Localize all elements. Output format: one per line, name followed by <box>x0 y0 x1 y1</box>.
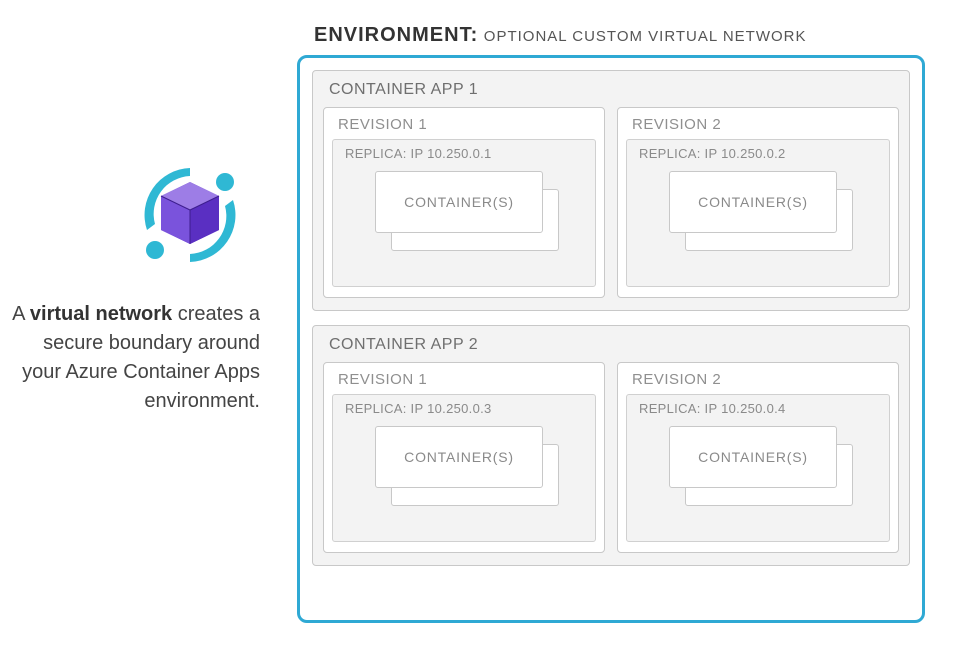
environment-label: ENVIRONMENT: <box>314 24 478 46</box>
virtual-network-icon <box>135 160 245 270</box>
containers-stack: CONTAINER(S) <box>663 169 853 255</box>
desc-bold: virtual network <box>30 303 172 325</box>
description-text: A virtual network creates a secure bound… <box>10 300 260 416</box>
replica-title: REPLICA: IP 10.250.0.2 <box>639 146 881 161</box>
containers-card-front: CONTAINER(S) <box>669 426 837 488</box>
container-app-title: CONTAINER APP 1 <box>329 81 899 99</box>
replica-title: REPLICA: IP 10.250.0.3 <box>345 401 587 416</box>
replica-title: REPLICA: IP 10.250.0.1 <box>345 146 587 161</box>
container-app-box: CONTAINER APP 2 REVISION 1 REPLICA: IP 1… <box>312 325 910 566</box>
environment-title: ENVIRONMENT: OPTIONAL CUSTOM VIRTUAL NET… <box>314 24 807 47</box>
revision-row: REVISION 1 REPLICA: IP 10.250.0.1 CONTAI… <box>323 107 899 298</box>
revision-box: REVISION 2 REPLICA: IP 10.250.0.4 CONTAI… <box>617 362 899 553</box>
desc-prefix: A <box>12 303 30 325</box>
left-column: A virtual network creates a secure bound… <box>0 0 260 646</box>
containers-stack: CONTAINER(S) <box>663 424 853 510</box>
diagram-canvas: A virtual network creates a secure bound… <box>0 0 954 646</box>
containers-card-front: CONTAINER(S) <box>375 171 543 233</box>
containers-card-front: CONTAINER(S) <box>375 426 543 488</box>
environment-box: CONTAINER APP 1 REVISION 1 REPLICA: IP 1… <box>297 55 925 623</box>
revision-title: REVISION 2 <box>632 371 890 388</box>
replica-box: REPLICA: IP 10.250.0.4 CONTAINER(S) <box>626 394 890 542</box>
revision-box: REVISION 1 REPLICA: IP 10.250.0.3 CONTAI… <box>323 362 605 553</box>
revision-box: REVISION 1 REPLICA: IP 10.250.0.1 CONTAI… <box>323 107 605 298</box>
containers-stack: CONTAINER(S) <box>369 169 559 255</box>
revision-title: REVISION 1 <box>338 371 596 388</box>
containers-stack: CONTAINER(S) <box>369 424 559 510</box>
revision-row: REVISION 1 REPLICA: IP 10.250.0.3 CONTAI… <box>323 362 899 553</box>
replica-box: REPLICA: IP 10.250.0.2 CONTAINER(S) <box>626 139 890 287</box>
revision-title: REVISION 2 <box>632 116 890 133</box>
container-app-box: CONTAINER APP 1 REVISION 1 REPLICA: IP 1… <box>312 70 910 311</box>
revision-box: REVISION 2 REPLICA: IP 10.250.0.2 CONTAI… <box>617 107 899 298</box>
revision-title: REVISION 1 <box>338 116 596 133</box>
replica-box: REPLICA: IP 10.250.0.3 CONTAINER(S) <box>332 394 596 542</box>
environment-subtitle: OPTIONAL CUSTOM VIRTUAL NETWORK <box>484 28 807 45</box>
replica-title: REPLICA: IP 10.250.0.4 <box>639 401 881 416</box>
containers-card-front: CONTAINER(S) <box>669 171 837 233</box>
replica-box: REPLICA: IP 10.250.0.1 CONTAINER(S) <box>332 139 596 287</box>
container-app-title: CONTAINER APP 2 <box>329 336 899 354</box>
